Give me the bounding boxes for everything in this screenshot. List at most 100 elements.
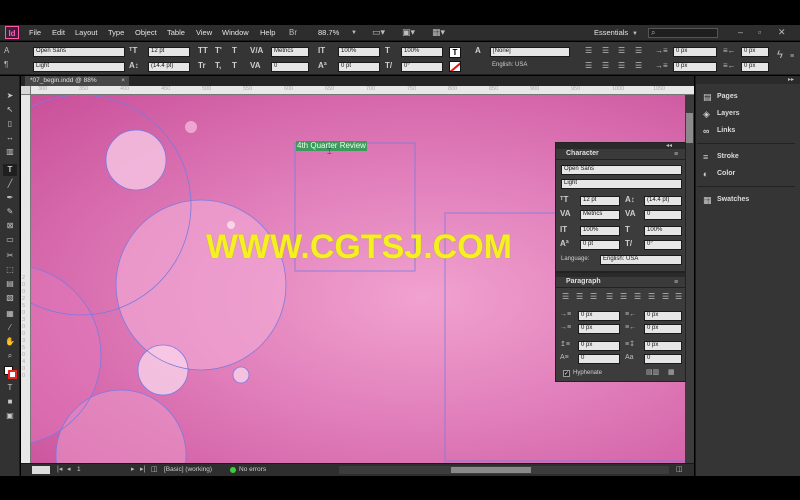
eyedropper-tool-icon[interactable]: ⁄ [3, 322, 17, 334]
para-space-before-field[interactable]: 0 px [578, 341, 620, 351]
last-page-icon[interactable]: ▸| [140, 465, 145, 475]
char-baseline-field[interactable]: 0 pt [580, 240, 620, 250]
para-align-center-icon[interactable]: ☰ [576, 292, 583, 302]
justify-all-icon[interactable]: ☰ [585, 61, 592, 71]
zoom-dropdown-icon[interactable]: ▼ [351, 28, 357, 38]
char-leading-field[interactable]: (14.4 pt) [644, 196, 682, 206]
apply-color-icon[interactable]: ■ [3, 396, 17, 408]
split-view-icon[interactable]: ◫ [676, 465, 683, 475]
char-v-scale-field[interactable]: 100% [580, 226, 620, 236]
para-justify-right-icon[interactable]: ☰ [634, 292, 641, 302]
menu-help[interactable]: Help [260, 26, 275, 40]
open-page-icon[interactable]: ◫ [151, 465, 158, 475]
para-toward-spine-icon[interactable]: ☰ [662, 292, 669, 302]
para-left-indent-field[interactable]: 0 px [578, 311, 620, 321]
menu-object[interactable]: Object [135, 26, 157, 40]
para-align-left-icon[interactable]: ☰ [562, 292, 569, 302]
para-drop-lines-field[interactable]: 0 [578, 354, 620, 364]
language-value[interactable]: English: USA [492, 62, 527, 68]
arrange-icon[interactable]: ▦▾ [432, 27, 445, 37]
paragraph-panel-menu-icon[interactable]: ≡ [674, 278, 678, 288]
pencil-tool-icon[interactable]: ✎ [3, 206, 17, 218]
v-scale-field[interactable]: 100% [338, 47, 380, 57]
rectangle-frame-tool-icon[interactable]: ⊠ [3, 220, 17, 232]
selection-tool-icon[interactable]: ➤ [3, 90, 17, 102]
menu-edit[interactable]: Edit [52, 26, 65, 40]
vertical-scrollbar[interactable] [685, 95, 694, 463]
char-mode-icon[interactable]: A [4, 46, 9, 56]
para-grid-align-icon[interactable]: ▤▥ [646, 368, 659, 378]
panel-pages[interactable]: ▤ Pages [697, 89, 795, 105]
small-caps-button[interactable]: Tr [198, 61, 206, 71]
control-menu-icon[interactable]: ≡ [790, 52, 794, 62]
screen-mode-icon[interactable]: ▣▾ [402, 27, 415, 37]
font-family-field[interactable]: Open Sans [33, 47, 125, 57]
para-grid-icon[interactable]: ▦ [668, 368, 675, 378]
para-right-indent-field[interactable]: 0 px [644, 311, 682, 321]
text-stroke-swatch[interactable] [449, 61, 461, 72]
maximize-icon[interactable]: ▫ [758, 27, 761, 37]
search-field[interactable]: ⌕ [648, 28, 718, 38]
char-font-family-field[interactable]: Open Sans [561, 165, 682, 175]
char-style-field[interactable]: [None] [490, 47, 570, 57]
tracking-field[interactable]: 0 [271, 62, 309, 72]
all-caps-button[interactable]: TT [198, 46, 208, 56]
bridge-icon[interactable]: Br [289, 28, 297, 38]
right-indent-field[interactable]: 0 px [741, 47, 769, 57]
text-fill-swatch[interactable]: T [449, 47, 461, 58]
left-indent-field[interactable]: 0 px [673, 47, 717, 57]
char-h-scale-field[interactable]: 100% [644, 226, 682, 236]
char-skew-field[interactable]: 0° [644, 240, 682, 250]
strikethrough-button[interactable]: T [232, 61, 237, 71]
content-collector-icon[interactable]: ▥ [3, 146, 17, 158]
menu-view[interactable]: View [196, 26, 212, 40]
panel-links[interactable]: ∞ Links [697, 123, 795, 139]
align-right-icon[interactable]: ☰ [618, 46, 625, 56]
horizontal-ruler[interactable]: 300 350 400 450 500 550 600 650 700 750 800 850 900 9… [31, 86, 694, 95]
prev-page-icon[interactable]: ◂ [67, 465, 71, 475]
font-style-field[interactable]: Light [33, 62, 125, 72]
dock-expand-icon[interactable]: ▸▸ [788, 75, 794, 85]
underline-button[interactable]: T [232, 46, 237, 56]
para-first-indent-field[interactable]: 0 px [578, 324, 620, 334]
minimize-icon[interactable]: – [738, 27, 743, 37]
page-number[interactable]: 1 [77, 466, 81, 473]
screen-mode-tool-icon[interactable]: ▣ [3, 410, 17, 422]
para-mode-icon[interactable]: ¶ [4, 60, 8, 70]
menu-table[interactable]: Table [167, 26, 185, 40]
workspace-switcher[interactable]: Essentials [594, 26, 628, 40]
para-align-right-icon[interactable]: ☰ [590, 292, 597, 302]
menu-file[interactable]: File [29, 26, 41, 40]
character-panel-title[interactable]: Character [556, 149, 685, 160]
para-away-spine-icon[interactable]: ☰ [675, 292, 682, 302]
free-transform-tool-icon[interactable]: ⬚ [3, 264, 17, 276]
leading-field[interactable]: (14.4 pt) [148, 62, 190, 72]
font-size-field[interactable]: 12 pt [148, 47, 190, 57]
kerning-field[interactable]: Metrics [271, 47, 309, 57]
next-page-icon[interactable]: ▸ [131, 465, 135, 475]
justify-left-icon[interactable]: ☰ [635, 46, 642, 56]
panel-stroke[interactable]: ≡ Stroke [697, 149, 795, 165]
justify-right-icon[interactable]: ☰ [635, 61, 642, 71]
vertical-scroll-thumb[interactable] [686, 113, 693, 143]
gradient-swatch-tool-icon[interactable]: ▤ [3, 278, 17, 290]
align-away-spine-icon[interactable]: ☰ [618, 61, 625, 71]
superscript-button[interactable]: T' [215, 46, 222, 56]
panel-color[interactable]: ◐ Color [697, 166, 795, 182]
baseline-field[interactable]: 0 pt [338, 62, 380, 72]
character-panel-menu-icon[interactable]: ≡ [674, 150, 678, 160]
line-tool-icon[interactable]: ╱ [3, 178, 17, 190]
scissors-tool-icon[interactable]: ✂ [3, 250, 17, 262]
style-status[interactable]: [Basic] (working) [164, 466, 212, 473]
char-size-field[interactable]: 12 pt [580, 196, 620, 206]
skew-field[interactable]: 0° [401, 62, 443, 72]
rectangle-tool-icon[interactable]: ▭ [3, 234, 17, 246]
quick-apply-icon[interactable]: ϟ [777, 50, 783, 61]
para-last-indent-field[interactable]: 0 px [644, 324, 682, 334]
vertical-ruler[interactable]: 200250300350400 [21, 95, 31, 463]
horizontal-scrollbar[interactable] [339, 466, 669, 474]
align-left-icon[interactable]: ☰ [585, 46, 592, 56]
char-tracking-field[interactable]: 0 [644, 210, 682, 220]
direct-selection-tool-icon[interactable]: ↖ [3, 104, 17, 116]
h-scale-field[interactable]: 100% [401, 47, 443, 57]
